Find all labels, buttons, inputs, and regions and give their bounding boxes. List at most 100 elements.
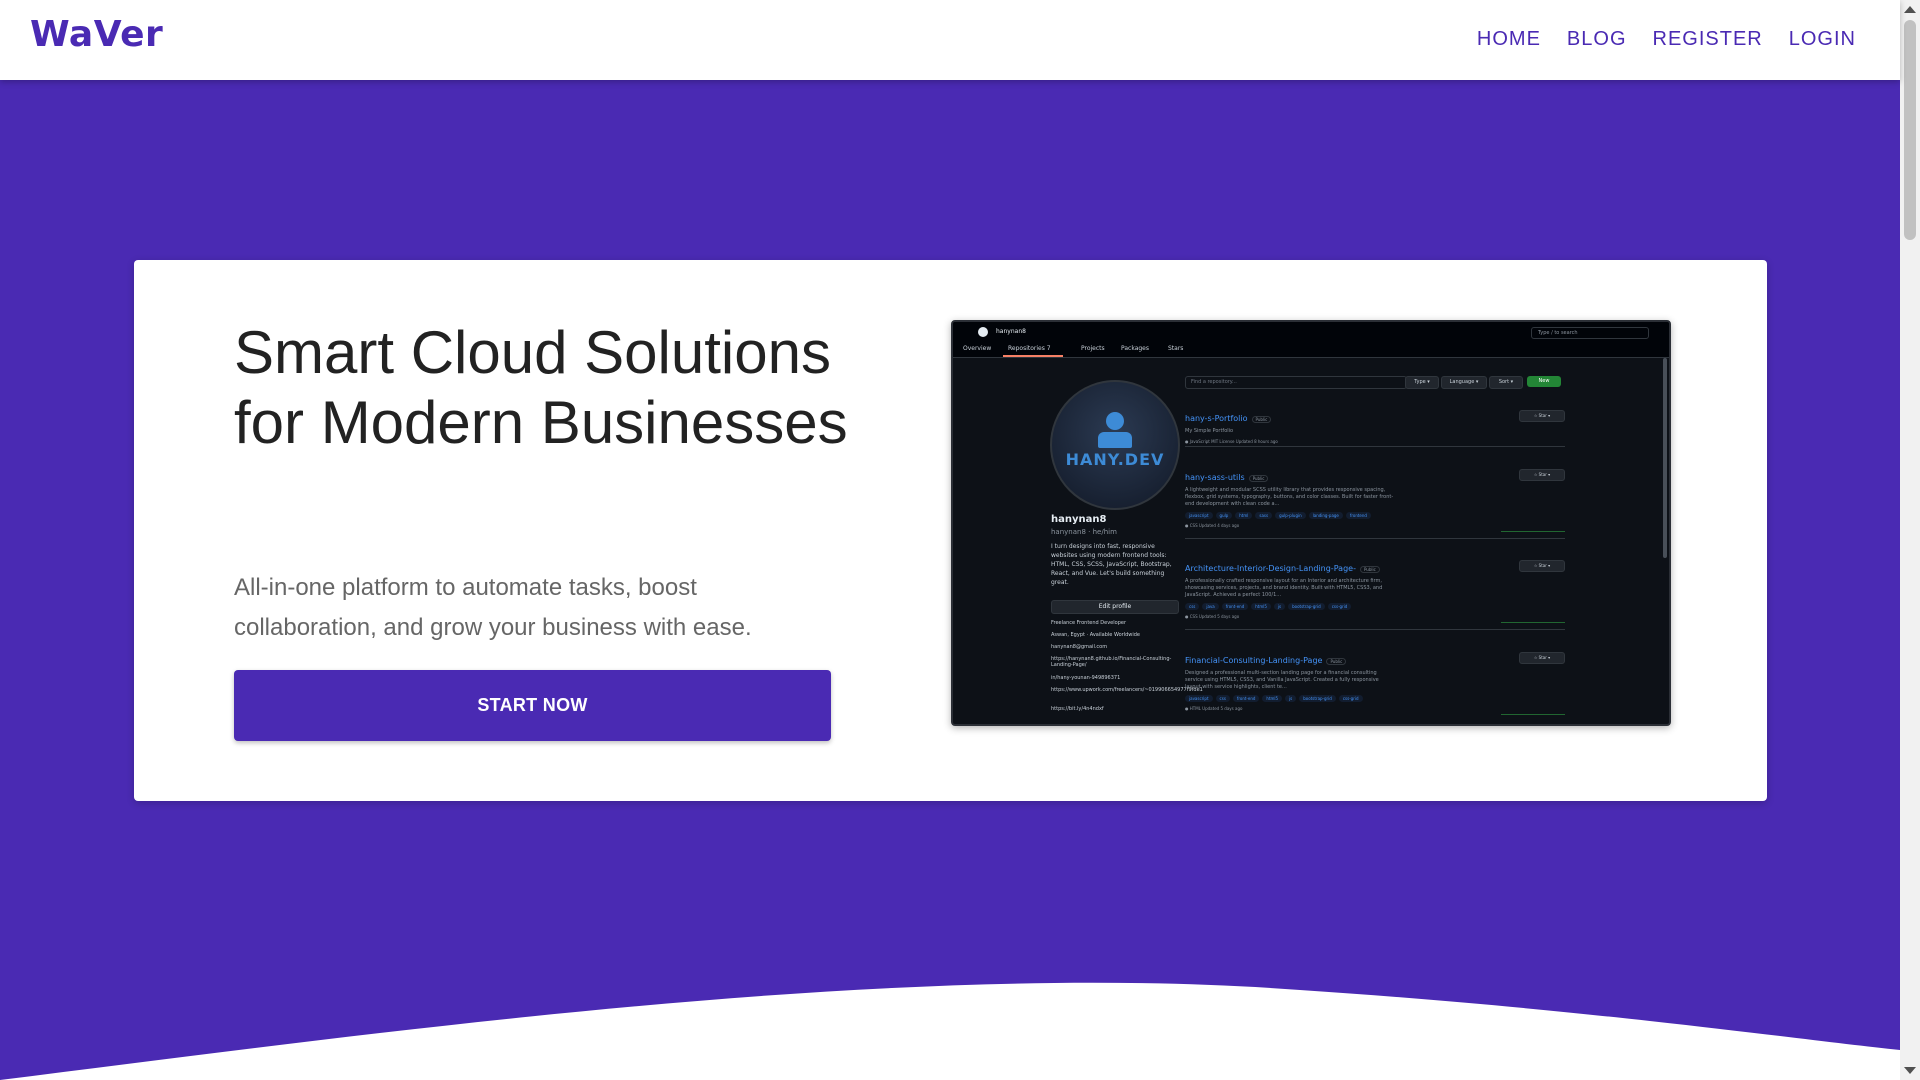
gh-meta-email: hanynan8@gmail.com [1051,644,1108,650]
repo-topic: js [1273,603,1286,610]
gh-meta-location: Aswan, Egypt · Available Worldwide [1051,632,1140,638]
scroll-down-arrow-icon[interactable] [1904,1067,1916,1074]
gh-tabs: Overview Repositories 7 Projects Package… [953,342,1669,358]
gh-meta-website: https://hanynan8.github.io/Financial-Con… [1051,656,1172,668]
gh-edit-profile-button: Edit profile [1051,600,1179,614]
repo-topic: html5 [1262,695,1283,702]
repo-name: Architecture-Interior-Design-Landing-Pag… [1185,564,1356,573]
repo-star-button: ☆ Star ▾ [1519,469,1565,481]
gh-tab-projects: Projects [1081,345,1105,352]
repo-visibility-badge: Public [1359,566,1380,573]
brand-logo[interactable]: WaVer [30,14,163,55]
repo-item: Financial-Consulting-Landing-Page Public … [1185,648,1565,721]
scroll-up-arrow-icon[interactable] [1904,6,1916,13]
repo-topic: js [1285,695,1297,702]
hero-card: Smart Cloud Solutions for Modern Busines… [134,260,1767,801]
gh-search-box: Type / to search [1531,327,1649,339]
gh-tab-packages: Packages [1121,345,1149,352]
repo-visibility-badge: Public [1326,658,1347,665]
repo-topics: css java front-end html5 js bootstrap-gr… [1185,603,1415,610]
gh-active-tab-indicator [1003,355,1063,357]
repo-topic: css-grid [1338,695,1363,702]
hero-subtitle: All-in-one platform to automate tasks, b… [234,574,752,641]
gh-new-repo-button: New [1527,376,1561,387]
nav-login-link[interactable]: LOGIN [1789,28,1856,51]
repo-activity-graph [1501,714,1565,715]
repo-description: My Simple Portfolio [1185,428,1234,434]
page-scrollbar[interactable] [1900,0,1920,1080]
repo-topic: css [1215,695,1230,702]
scroll-thumb[interactable] [1904,20,1916,240]
gh-find-repo-input: Find a repository... [1185,376,1407,389]
repo-topic: javascript [1185,695,1213,702]
repo-topic: gulp-plugin [1275,512,1306,519]
repo-topic: frontend [1345,512,1371,519]
gh-meta-upwork: https://www.upwork.com/freelancers/~0199… [1051,687,1203,693]
repo-topic: bootstrap-grid [1288,603,1325,610]
repo-visibility-badge: Public [1248,475,1269,482]
gh-tab-repositories: Repositories 7 [1008,345,1051,352]
nav-blog-link[interactable]: BLOG [1567,28,1627,51]
gh-header-username: hanynan8 [996,328,1026,335]
repo-topic: front-end [1221,603,1249,610]
gh-scrollbar [1663,358,1667,558]
repo-description: A professionally crafted responsive layo… [1185,578,1383,598]
gh-type-filter: Type ▾ [1405,376,1439,389]
repo-topics: javascript css front-end html5 js bootst… [1185,695,1415,702]
repo-item: hany-s-Portfolio Public My Simple Portfol… [1185,406,1565,447]
top-navbar: WaVer HOME BLOG REGISTER LOGIN [0,0,1900,80]
repo-description: A lightweight and modular SCSS utility l… [1185,487,1394,507]
gh-avatar: HANY.DEV [1050,380,1180,510]
repo-footer: ● CSS Updated 4 days ago [1185,523,1240,528]
gh-meta-link: https://bit.ly/4n4ndxf [1051,706,1104,712]
avatar-label: HANY.DEV [1065,450,1165,469]
repo-star-button: ☆ Star ▾ [1519,560,1565,572]
repo-footer: ● JavaScript MIT License Updated 8 hours… [1185,439,1278,444]
hero-wave-divider [0,982,1900,1080]
repo-name: hany-s-Portfolio [1185,414,1248,423]
gh-sort-filter: Sort ▾ [1489,376,1523,389]
repo-footer: ● CSS Updated 5 days ago [1185,614,1240,619]
repo-topic: css [1185,603,1200,610]
github-profile-screenshot: hanynan8 Type / to search Overview Repos… [951,320,1671,726]
repo-topic: html [1235,512,1253,519]
avatar-person-icon [1106,412,1124,430]
avatar-laptop-icon [1098,432,1132,448]
repo-name: hany-sass-utils [1185,473,1245,482]
repo-topic: landing-page [1308,512,1343,519]
repo-name: Financial-Consulting-Landing-Page [1185,656,1323,665]
repo-topic: bootstrap-grid [1299,695,1336,702]
repo-topic: sass [1255,512,1273,519]
gh-header: hanynan8 Type / to search [953,322,1669,342]
gh-profile-bio: I turn designs into fast, responsive web… [1051,543,1172,586]
repo-topic: javascript [1185,512,1213,519]
repo-star-button: ☆ Star ▾ [1519,652,1565,664]
nav-register-link[interactable]: REGISTER [1653,28,1763,51]
wave-shape [0,982,1900,1080]
repo-item: Architecture-Interior-Design-Landing-Pag… [1185,556,1565,630]
gh-profile-handle: hanynan8 · he/him [1051,528,1117,536]
repo-visibility-badge: Public [1251,416,1272,423]
repo-star-button: ☆ Star ▾ [1519,410,1565,422]
gh-profile-name: hanynan8 [1051,514,1107,525]
gh-language-filter: Language ▾ [1441,376,1487,389]
repo-topic: java [1202,603,1219,610]
repo-topics: javascript gulp html sass gulp-plugin la… [1185,512,1415,519]
repo-description: Designed a professional multi-section la… [1185,670,1379,690]
gh-tab-stars: Stars [1168,345,1184,352]
nav-menu: HOME BLOG REGISTER LOGIN [1477,28,1856,51]
github-logo-icon [978,327,988,337]
repo-topic: front-end [1232,695,1260,702]
hero-title: Smart Cloud Solutions for Modern Busines… [234,319,848,456]
repo-topic: css-grid [1327,603,1352,610]
start-now-button[interactable]: START NOW [234,670,831,741]
repo-topic: html5 [1251,603,1271,610]
gh-tab-overview: Overview [963,345,992,352]
repo-topic: gulp [1215,512,1233,519]
nav-home-link[interactable]: HOME [1477,28,1541,51]
gh-meta-company: Freelance Frontend Developer [1051,620,1127,626]
repo-item: hany-sass-utils Public A lightweight and … [1185,465,1565,539]
repo-footer: ● HTML Updated 5 days ago [1185,706,1243,711]
repo-activity-graph [1501,531,1565,532]
repo-activity-graph [1501,622,1565,623]
